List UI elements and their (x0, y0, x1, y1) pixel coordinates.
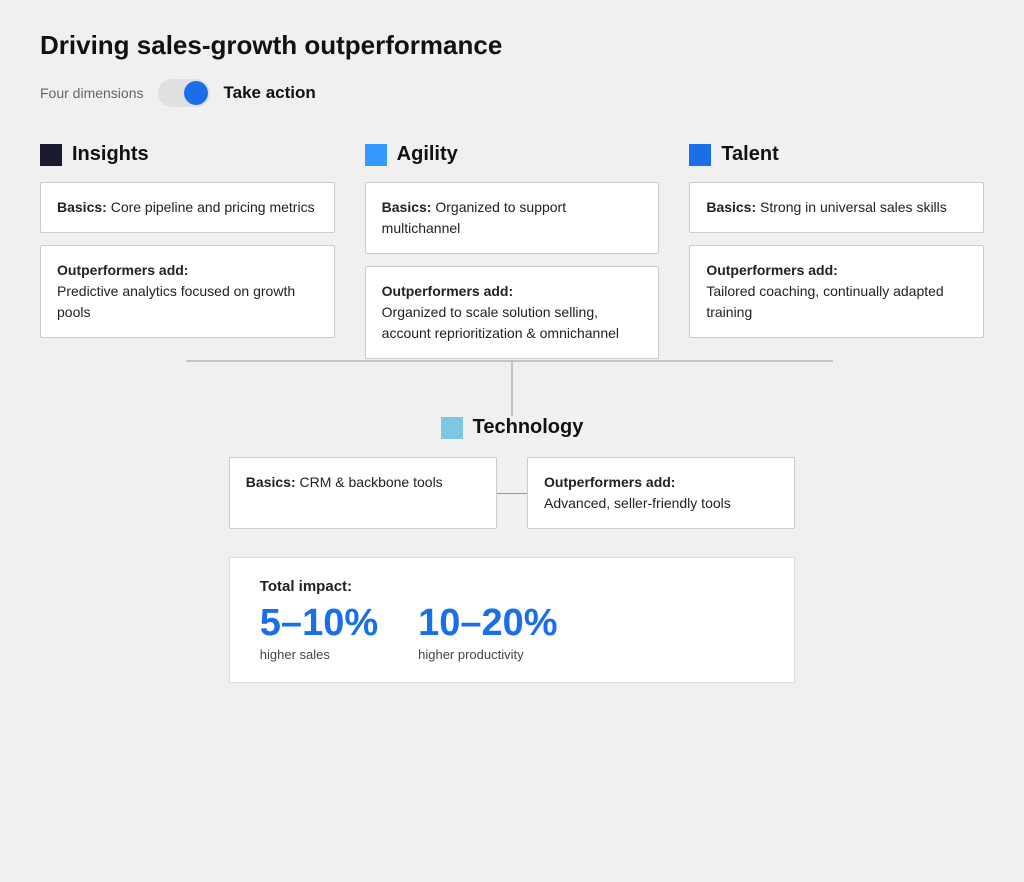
toggle-right-label: Take action (224, 83, 316, 103)
talent-icon (689, 144, 711, 166)
talent-outperformers-box: Outperformers add: Tailored coaching, co… (689, 245, 984, 338)
technology-connector (497, 457, 527, 529)
technology-boxes: Basics: CRM & backbone tools Outperforme… (229, 457, 795, 529)
technology-basics-box: Basics: CRM & backbone tools (229, 457, 497, 529)
agility-outperformers-label: Outperformers add: (382, 283, 513, 299)
tree-connector-area (40, 361, 984, 416)
impact-desc-productivity: higher productivity (418, 647, 557, 662)
toggle-knob (184, 81, 208, 105)
connector-line (497, 493, 527, 494)
toggle-row: Four dimensions Take action (40, 79, 984, 107)
agility-outperformers-box: Outperformers add: Organized to scale so… (365, 266, 660, 359)
agility-title: Agility (397, 143, 458, 166)
technology-section: Technology Basics: CRM & backbone tools … (40, 416, 984, 529)
talent-column: Talent Basics: Strong in universal sales… (689, 143, 984, 359)
insights-basics-box: Basics: Core pipeline and pricing metric… (40, 182, 335, 233)
insights-outperformers-text: Predictive analytics focused on growth p… (57, 283, 295, 320)
insights-outperformers-label: Outperformers add: (57, 262, 188, 278)
impact-item-productivity: 10–20% higher productivity (418, 603, 557, 662)
agility-outperformers-text: Organized to scale solution selling, acc… (382, 304, 619, 341)
technology-outperformers-text: Advanced, seller-friendly tools (544, 495, 731, 511)
technology-outperformers-label: Outperformers add: (544, 474, 675, 490)
page-title: Driving sales-growth outperformance (40, 30, 984, 61)
talent-title: Talent (721, 143, 778, 166)
insights-basics-label: Basics: (57, 199, 107, 215)
impact-desc-sales: higher sales (260, 647, 378, 662)
toggle-switch[interactable] (158, 79, 210, 107)
insights-column: Insights Basics: Core pipeline and prici… (40, 143, 335, 359)
insights-icon (40, 144, 62, 166)
total-impact-section: Total impact: 5–10% higher sales 10–20% … (40, 557, 984, 683)
agility-column: Agility Basics: Organized to support mul… (365, 143, 660, 359)
insights-basics-text: Core pipeline and pricing metrics (107, 199, 315, 215)
impact-numbers: 5–10% higher sales 10–20% higher product… (260, 603, 764, 662)
agility-header: Agility (365, 143, 660, 166)
insights-outperformers-box: Outperformers add: Predictive analytics … (40, 245, 335, 338)
talent-basics-label: Basics: (706, 199, 756, 215)
talent-outperformers-label: Outperformers add: (706, 262, 837, 278)
technology-basics-text: CRM & backbone tools (296, 474, 443, 490)
insights-title: Insights (72, 143, 149, 166)
technology-basics-label: Basics: (246, 474, 296, 490)
main-layout: Insights Basics: Core pipeline and prici… (40, 143, 984, 683)
agility-icon (365, 144, 387, 166)
top-columns: Insights Basics: Core pipeline and prici… (40, 143, 984, 359)
talent-header: Talent (689, 143, 984, 166)
talent-basics-text: Strong in universal sales skills (756, 199, 947, 215)
toggle-left-label: Four dimensions (40, 85, 144, 101)
total-impact-box: Total impact: 5–10% higher sales 10–20% … (229, 557, 795, 683)
technology-header: Technology (441, 416, 584, 439)
technology-icon (441, 417, 463, 439)
impact-item-sales: 5–10% higher sales (260, 603, 378, 662)
agility-basics-label: Basics: (382, 199, 432, 215)
talent-outperformers-text: Tailored coaching, continually adapted t… (706, 283, 943, 320)
technology-outperformers-box: Outperformers add: Advanced, seller-frie… (527, 457, 795, 529)
total-impact-label: Total impact: (260, 578, 764, 595)
agility-basics-box: Basics: Organized to support multichanne… (365, 182, 660, 254)
impact-number-sales: 5–10% (260, 603, 378, 645)
insights-header: Insights (40, 143, 335, 166)
talent-basics-box: Basics: Strong in universal sales skills (689, 182, 984, 233)
technology-title: Technology (473, 416, 584, 439)
tree-connector-svg (40, 361, 984, 416)
impact-number-productivity: 10–20% (418, 603, 557, 645)
